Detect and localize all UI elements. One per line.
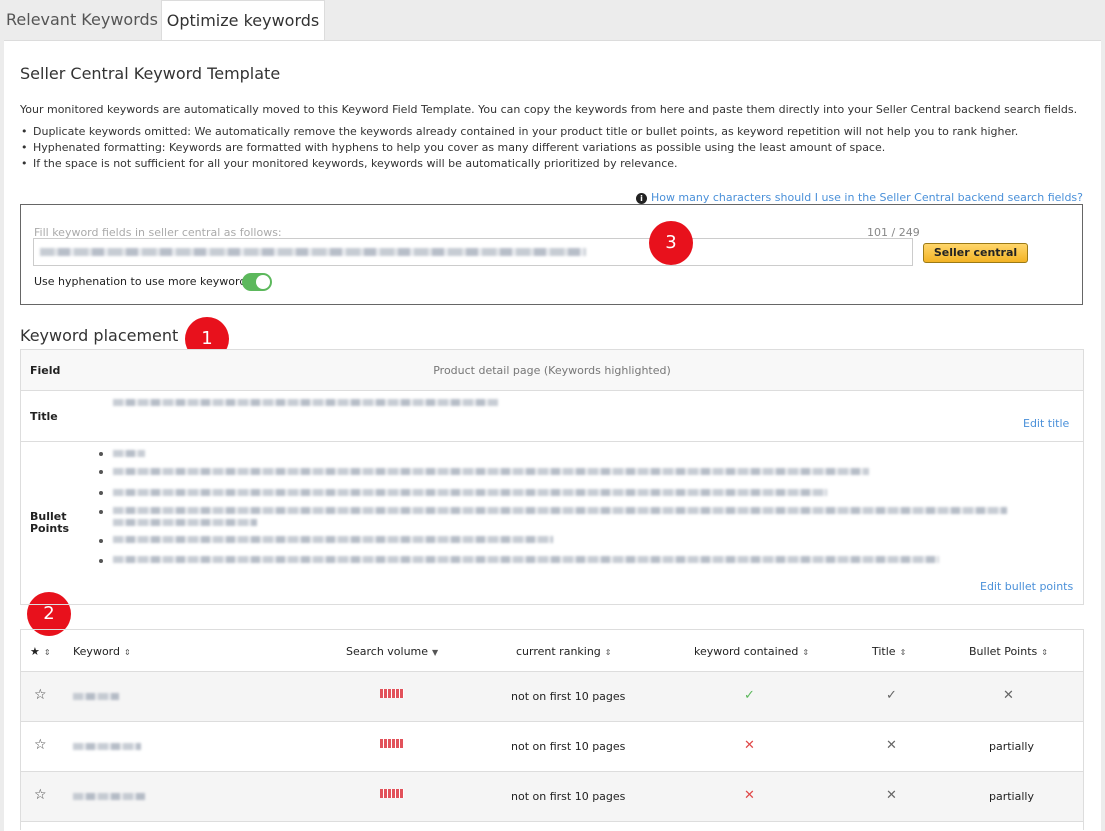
keyword-placement-title: Keyword placement (20, 326, 179, 345)
keyword-header-label: Keyword (73, 645, 120, 658)
bullets-row-label: Bullet Points (30, 510, 70, 535)
ranking-cell: not on first 10 pages (511, 690, 626, 703)
contained-header-label: keyword contained (694, 645, 799, 658)
bullet-dot (99, 539, 103, 543)
blurred-bullet-continued (113, 519, 257, 526)
bullet-dot (99, 491, 103, 495)
blurred-bullet (113, 536, 553, 543)
blurred-keyword (73, 693, 119, 700)
hyphenation-toggle[interactable] (242, 273, 272, 291)
help-link[interactable]: i How many characters should I use in the… (635, 191, 1083, 204)
ranking-header-label: current ranking (516, 645, 601, 658)
keyword-field-input[interactable] (33, 238, 913, 266)
bullet-dot (99, 559, 103, 563)
edit-title-link[interactable]: Edit title (1023, 417, 1069, 430)
bullets-cell: partially (989, 790, 1034, 803)
title-row-label: Title (30, 410, 58, 423)
title-header-label: Title (872, 645, 896, 658)
table-row: ☆ not on first 10 pages ✕ ✕ partially (21, 772, 1083, 822)
star-icon[interactable]: ☆ (34, 787, 47, 803)
bullet-points-column-header[interactable]: Bullet Points ⇕ (969, 645, 1048, 658)
search-volume-header-label: Search volume (346, 645, 429, 658)
feature-item: If the space is not sufficient for all y… (20, 156, 1018, 172)
ranking-cell: not on first 10 pages (511, 740, 626, 753)
star-icon[interactable]: ☆ (34, 687, 47, 703)
sort-icon: ⇕ (899, 648, 907, 657)
keyword-column-header[interactable]: Keyword ⇕ (73, 645, 131, 658)
feature-list: Duplicate keywords omitted: We automatic… (20, 124, 1018, 172)
ranking-column-header[interactable]: current ranking ⇕ (516, 645, 612, 658)
star-sort-icon: ★ (30, 645, 40, 658)
contained-cross-icon: ✕ (744, 788, 755, 803)
search-volume-column-header[interactable]: Search volume ▼ (346, 645, 438, 658)
sort-icon: ⇕ (1041, 648, 1048, 657)
blurred-title (113, 399, 498, 406)
page-title: Seller Central Keyword Template (20, 64, 281, 83)
seller-central-button[interactable]: Seller central (923, 243, 1028, 263)
tab-bar: Relevant Keywords Optimize keywords (0, 0, 1105, 40)
search-volume-bars (380, 689, 404, 698)
contained-check-icon: ✓ (744, 688, 755, 703)
feature-item: Hyphenated formatting: Keywords are form… (20, 140, 1018, 156)
bullet-dot (99, 510, 103, 514)
blurred-bullet (113, 468, 869, 475)
bullets-cell: partially (989, 740, 1034, 753)
search-volume-bars (380, 739, 404, 748)
title-cross-icon: ✕ (886, 738, 897, 753)
ranking-cell: not on first 10 pages (511, 790, 626, 803)
keywords-table-header: ★ ⇕ Keyword ⇕ Search volume ▼ current ranki… (21, 630, 1083, 672)
sort-icon: ⇕ (123, 648, 131, 657)
bullet-dot (99, 470, 103, 474)
sort-icon: ⇕ (802, 648, 810, 657)
title-cross-icon: ✕ (886, 788, 897, 803)
keyword-field-box: Fill keyword fields in seller central as… (20, 204, 1083, 305)
sort-icon: ⇕ (43, 648, 51, 657)
bullets-cross-icon: ✕ (1003, 688, 1014, 703)
title-column-header[interactable]: Title ⇕ (872, 645, 906, 658)
help-link-text: How many characters should I use in the … (650, 191, 1083, 204)
contained-cross-icon: ✕ (744, 738, 755, 753)
intro-text: Your monitored keywords are automaticall… (20, 103, 1078, 116)
page-column-header: Product detail page (Keywords highlighte… (433, 364, 671, 377)
bullet-points-header-label: Bullet Points (969, 645, 1038, 658)
placement-bullets-row: Bullet Points Edit bullet points (21, 442, 1083, 603)
placement-title-row: Title Edit title (21, 391, 1083, 442)
search-volume-bars (380, 789, 404, 798)
blurred-keyword (73, 793, 145, 800)
info-icon: i (635, 193, 647, 204)
table-row: ☆ not on first 10 pages ✕ ✕ partially (21, 722, 1083, 772)
blurred-keywords (40, 248, 586, 256)
blurred-bullet (113, 556, 939, 563)
edit-bullet-points-link[interactable]: Edit bullet points (980, 580, 1073, 593)
blurred-bullet (113, 489, 827, 496)
hyphenation-label: Use hyphenation to use more keywords (34, 275, 253, 288)
tab-relevant-keywords[interactable]: Relevant Keywords (5, 0, 159, 39)
annotation-badge-3: 3 (649, 221, 693, 265)
table-row: ☆ not on first 10 pages ✓ ✓ ✕ (21, 672, 1083, 722)
tab-optimize-keywords[interactable]: Optimize keywords (161, 0, 325, 40)
star-column-header[interactable]: ★ ⇕ (30, 645, 51, 658)
feature-item: Duplicate keywords omitted: We automatic… (20, 124, 1018, 140)
blurred-keyword (73, 743, 141, 750)
contained-column-header[interactable]: keyword contained ⇕ (694, 645, 809, 658)
sort-desc-icon: ▼ (432, 648, 439, 657)
blurred-bullet (113, 450, 145, 457)
title-check-icon: ✓ (886, 688, 897, 703)
placement-header-row: Field Product detail page (Keywords high… (21, 350, 1083, 391)
keyword-placement-table: Field Product detail page (Keywords high… (20, 349, 1084, 605)
blurred-bullet (113, 507, 1007, 514)
star-icon[interactable]: ☆ (34, 737, 47, 753)
keywords-table: ★ ⇕ Keyword ⇕ Search volume ▼ current ranki… (20, 629, 1084, 830)
bullet-dot (99, 452, 103, 456)
sort-icon: ⇕ (604, 648, 612, 657)
